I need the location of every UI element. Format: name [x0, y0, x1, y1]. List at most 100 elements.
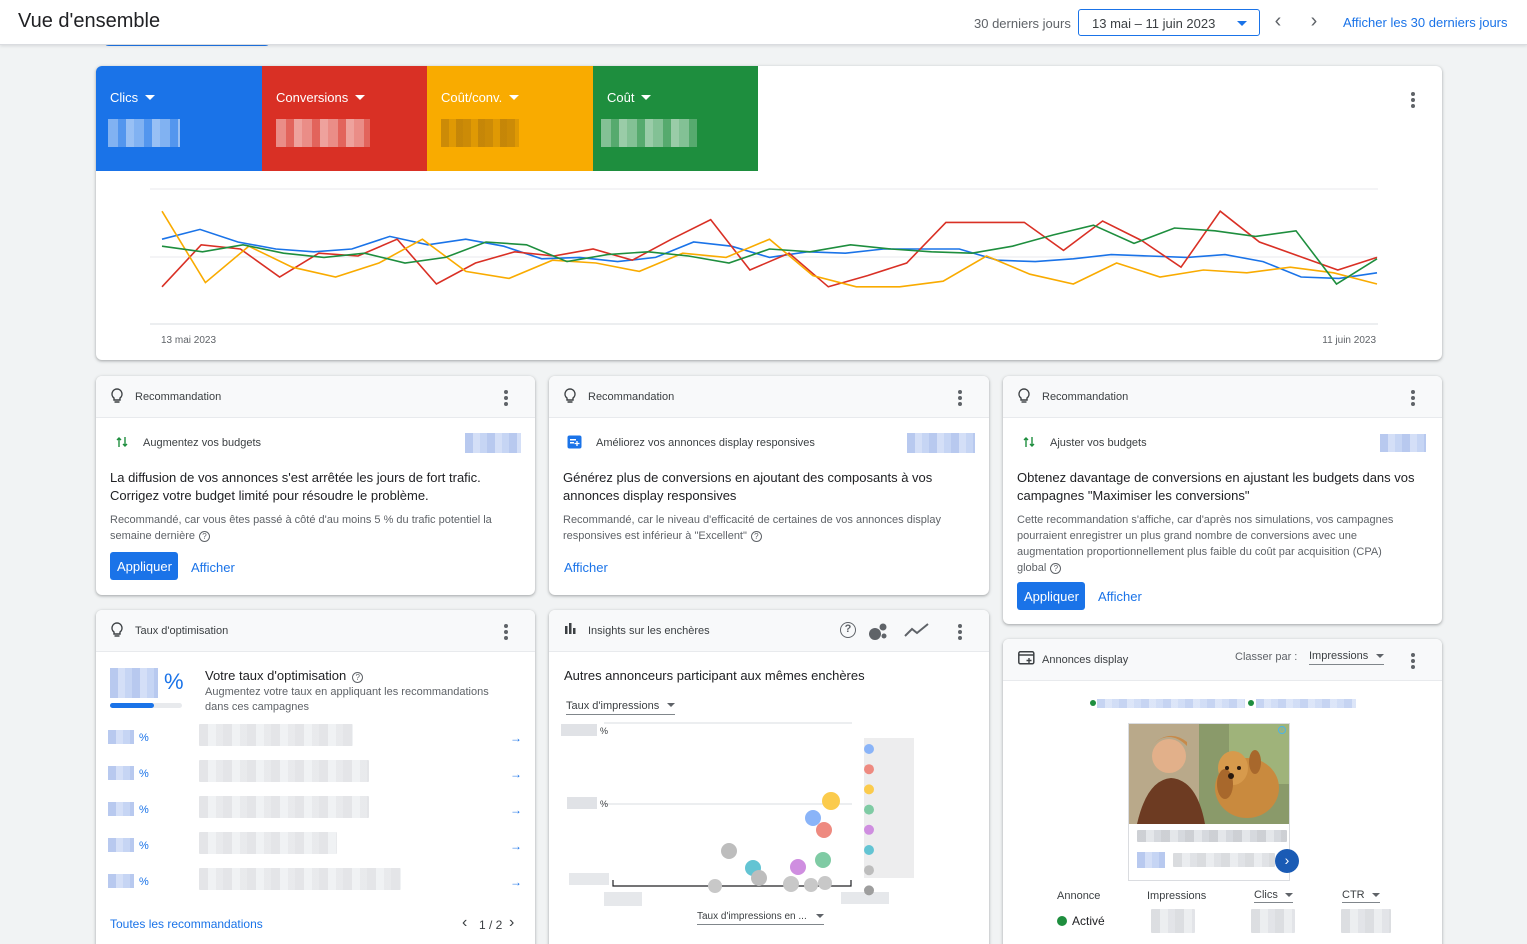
x-tick-start: 13 mai 2023 — [161, 335, 216, 346]
impressions-redacted — [1151, 909, 1195, 933]
date-range-value: 13 mai – 11 juin 2023 — [1092, 16, 1216, 31]
campaign-score-pct: % — [139, 876, 149, 888]
optimization-score-card: Taux d'optimisation % Votre taux d'optim… — [96, 610, 535, 944]
competitor-bubble[interactable] — [790, 859, 806, 875]
metric-tile-cost[interactable]: Coût — [593, 66, 758, 171]
column-ctr-select[interactable]: CTR — [1342, 889, 1380, 903]
arrow-right-icon[interactable]: → — [510, 731, 522, 745]
bar-chart-icon — [565, 623, 576, 634]
more-options-icon[interactable] — [1411, 92, 1415, 110]
recommendation-description: Cette recommandation s'affiche, car d'ap… — [1017, 514, 1394, 574]
card-header-title: Annonces display — [1042, 654, 1129, 666]
more-options-icon[interactable] — [504, 624, 508, 642]
help-icon[interactable]: ? — [840, 622, 856, 638]
x-metric-select[interactable]: Taux d'impressions en ... — [697, 911, 824, 925]
card-header-title: Recommandation — [1042, 391, 1129, 403]
more-options-icon[interactable] — [958, 624, 962, 642]
arrow-right-icon[interactable]: → — [510, 767, 522, 781]
competitor-bubble[interactable] — [822, 792, 840, 810]
recommendation-description: Recommandé, car vous êtes passé à côté d… — [110, 514, 492, 542]
competitor-bubble[interactable] — [751, 870, 767, 886]
score-progress-track — [110, 703, 182, 708]
competitor-bubble[interactable] — [783, 876, 799, 892]
sort-label: Classer par : — [1235, 651, 1298, 663]
help-icon[interactable]: ? — [1050, 563, 1062, 574]
competitor-bubble[interactable] — [721, 843, 737, 859]
apply-button[interactable]: Appliquer — [1017, 582, 1085, 610]
competitor-bubble[interactable] — [804, 878, 818, 892]
all-recommendations-link[interactable]: Toutes les recommandations — [110, 917, 263, 931]
recommendation-card-1: Recommandation Augmentez vos budgets La … — [96, 376, 535, 595]
help-icon[interactable]: ? — [352, 672, 364, 683]
card-header-title: Recommandation — [588, 391, 675, 403]
line-chart-icon[interactable] — [904, 622, 930, 638]
more-options-icon[interactable] — [1411, 653, 1415, 671]
lightbulb-icon — [111, 388, 123, 403]
competitor-bubble[interactable] — [816, 822, 832, 838]
show-last-30-days-link[interactable]: Afficher les 30 derniers jours — [1343, 15, 1508, 30]
caret-down-icon — [667, 703, 676, 707]
metric-tile-conversions[interactable]: Conversions — [262, 66, 428, 171]
next-period-button[interactable]: › — [1304, 11, 1324, 32]
view-link[interactable]: Afficher — [1098, 589, 1142, 604]
recommendation-card-2: Recommandation Améliorez vos annonces di… — [549, 376, 989, 595]
apply-button[interactable]: Appliquer — [110, 552, 178, 580]
view-link[interactable]: Afficher — [564, 560, 608, 575]
help-icon[interactable]: ? — [750, 531, 762, 542]
score-percent-sign: % — [164, 669, 184, 694]
display-ads-card: Annonces display Classer par : Impressio… — [1003, 639, 1442, 944]
campaign-score-redacted — [108, 874, 134, 888]
sort-select[interactable]: Impressions — [1309, 650, 1385, 665]
next-page-icon[interactable]: › — [509, 914, 514, 932]
view-link[interactable]: Afficher — [191, 560, 235, 575]
series-line-4 — [161, 224, 1378, 286]
redacted-value — [907, 433, 975, 453]
previous-page-icon[interactable]: ‹ — [462, 914, 467, 932]
more-options-icon[interactable] — [958, 390, 962, 408]
adgroup-name-redacted — [1256, 699, 1356, 708]
arrow-right-icon[interactable]: → — [510, 839, 522, 853]
legend-dot — [864, 784, 874, 795]
campaign-score-pct: % — [139, 804, 149, 816]
more-options-icon[interactable] — [504, 390, 508, 408]
legend-dot — [864, 764, 874, 775]
metric-label: Clics — [110, 90, 139, 105]
ad-next-arrow-icon[interactable]: › — [1275, 849, 1299, 873]
card-header-title: Recommandation — [135, 391, 222, 403]
campaign-name-redacted — [199, 760, 369, 782]
recommendation-type: Améliorez vos annonces display responsiv… — [596, 437, 815, 449]
competitor-bubble[interactable] — [805, 810, 821, 826]
x-tick-redacted — [841, 892, 889, 904]
caret-down-icon — [1237, 21, 1247, 26]
performance-line-chart: 13 mai 2023 11 juin 2023 — [150, 188, 1378, 346]
arrow-right-icon[interactable]: → — [510, 803, 522, 817]
metric-tile-clicks[interactable]: Clics — [96, 66, 262, 171]
recommendation-title: Générez plus de conversions en ajoutant … — [563, 470, 933, 503]
help-icon[interactable]: ? — [199, 531, 210, 542]
caret-down-icon — [815, 914, 824, 918]
ad-preview[interactable]: i › — [1128, 723, 1299, 881]
y-tick-pct: % — [600, 799, 608, 809]
bubble-chart-icon[interactable] — [867, 621, 889, 641]
recommendation-type: Ajuster vos budgets — [1050, 437, 1147, 449]
more-options-icon[interactable] — [1411, 390, 1415, 408]
status-dot — [1248, 700, 1254, 706]
auction-insights-card: Insights sur les enchères ? Autres annon… — [549, 610, 989, 944]
caret-down-icon — [509, 95, 520, 100]
metric-tile-cost-per-conv[interactable]: Coût/conv. — [427, 66, 593, 171]
ad-text-redacted — [1173, 853, 1275, 867]
ad-choices-icon[interactable]: i — [1278, 726, 1286, 734]
y-tick-pct: % — [600, 726, 608, 736]
legend-dot — [864, 865, 874, 876]
status-dot — [1090, 700, 1096, 706]
campaign-name-redacted — [199, 832, 337, 854]
campaign-score-pct: % — [139, 732, 149, 744]
caret-down-icon — [1284, 893, 1293, 897]
previous-period-button[interactable]: ‹ — [1268, 11, 1288, 32]
competitor-bubble[interactable] — [818, 876, 832, 890]
arrow-right-icon[interactable]: → — [510, 875, 522, 889]
date-range-select[interactable]: 13 mai – 11 juin 2023 — [1078, 9, 1260, 36]
column-clicks-select[interactable]: Clics — [1254, 889, 1293, 903]
competitor-bubble[interactable] — [708, 879, 722, 893]
competitor-bubble[interactable] — [815, 852, 831, 868]
